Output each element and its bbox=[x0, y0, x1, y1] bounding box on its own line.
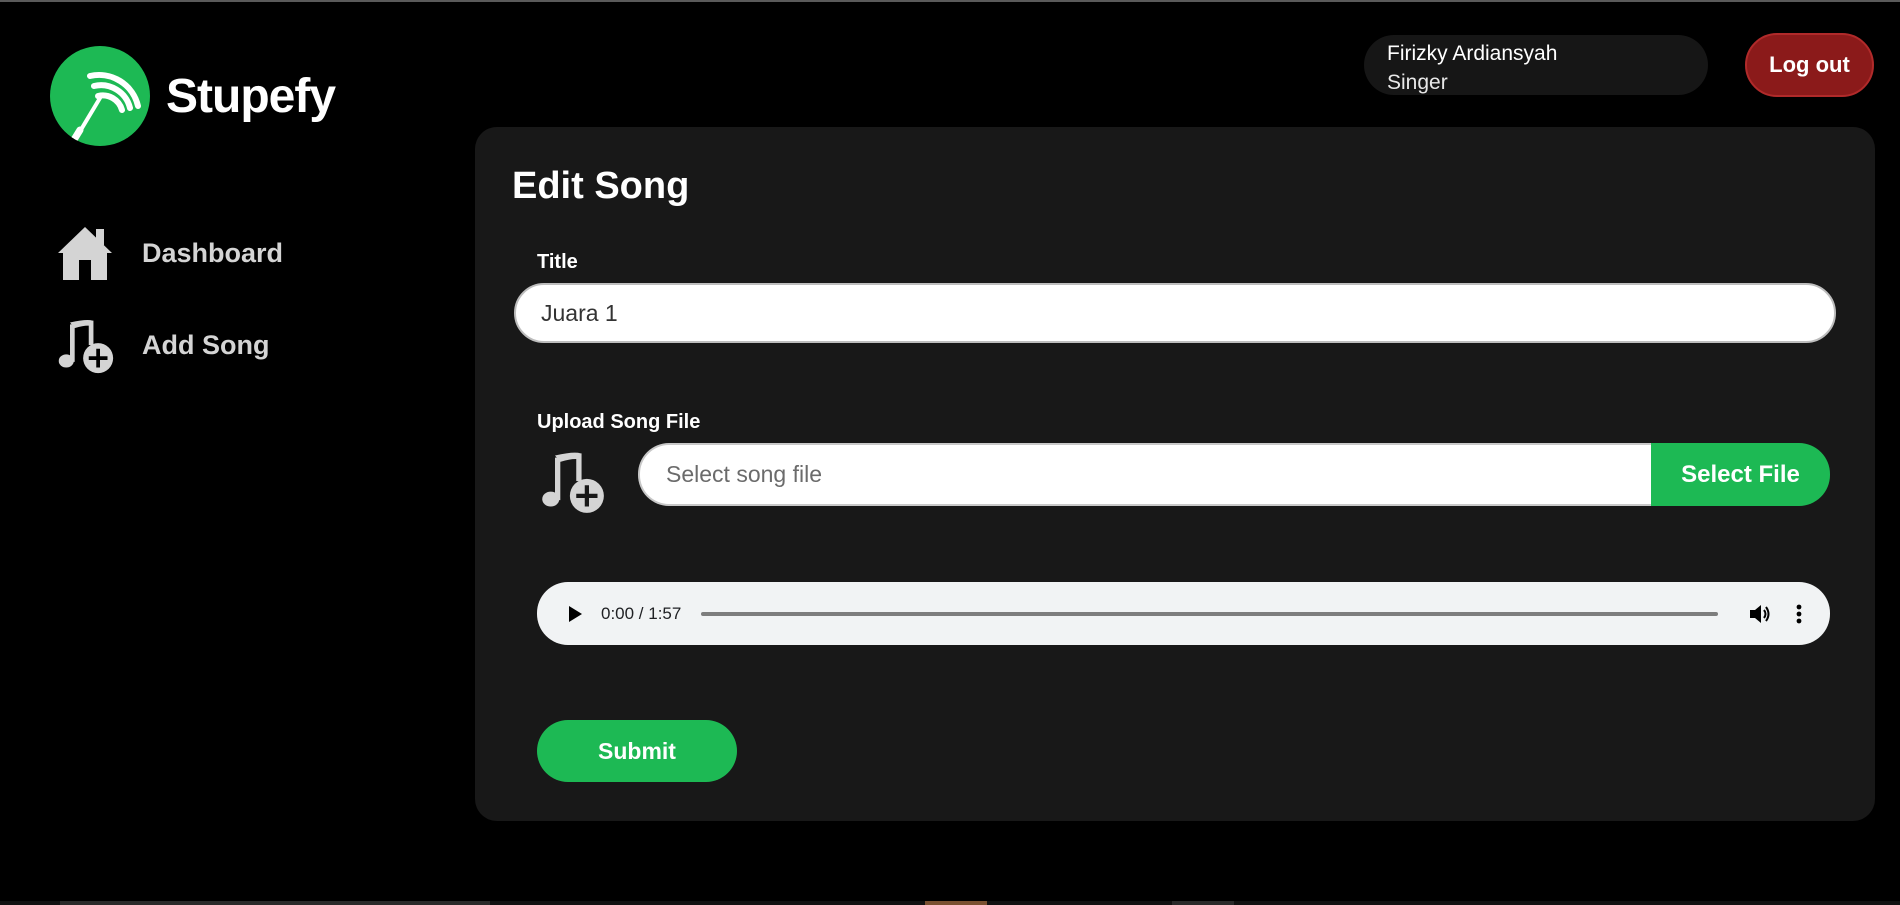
brand-name: Stupefy bbox=[166, 69, 336, 123]
sidebar-nav: Dashboard Add Song bbox=[55, 222, 415, 406]
music-add-icon bbox=[55, 315, 115, 375]
audio-time: 0:00 / 1:57 bbox=[601, 603, 682, 623]
edit-song-card: Edit Song Title Upload Song File Select … bbox=[475, 127, 1875, 821]
sidebar-item-add-song[interactable]: Add Song bbox=[55, 314, 415, 376]
conductor-baton-logo-icon bbox=[50, 46, 150, 146]
home-icon bbox=[55, 223, 115, 283]
sidebar-item-label: Dashboard bbox=[142, 237, 284, 268]
play-icon[interactable] bbox=[555, 594, 595, 634]
song-file-input[interactable] bbox=[638, 443, 1656, 506]
brand[interactable]: Stupefy bbox=[50, 46, 336, 146]
submit-button[interactable]: Submit bbox=[537, 720, 737, 782]
user-profile[interactable]: Firizky Ardiansyah Singer bbox=[1364, 35, 1708, 95]
page-title: Edit Song bbox=[512, 165, 690, 207]
user-role: Singer bbox=[1387, 71, 1448, 94]
taskbar-segment bbox=[1172, 901, 1234, 905]
select-file-button[interactable]: Select File bbox=[1651, 443, 1830, 506]
user-name: Firizky Ardiansyah bbox=[1387, 42, 1558, 65]
sidebar-item-label: Add Song bbox=[142, 329, 270, 360]
sidebar-item-dashboard[interactable]: Dashboard bbox=[55, 222, 415, 284]
title-input[interactable] bbox=[514, 283, 1836, 343]
taskbar-segment bbox=[925, 901, 987, 905]
music-add-icon bbox=[537, 447, 607, 515]
title-label: Title bbox=[537, 251, 578, 273]
volume-icon[interactable] bbox=[1742, 596, 1778, 632]
upload-label: Upload Song File bbox=[537, 411, 701, 433]
more-options-icon[interactable] bbox=[1784, 596, 1814, 632]
window-top-border bbox=[0, 0, 1900, 2]
audio-player: 0:00 / 1:57 bbox=[537, 582, 1830, 645]
audio-progress-bar[interactable] bbox=[701, 611, 1718, 616]
taskbar-segment bbox=[60, 901, 490, 905]
logout-button[interactable]: Log out bbox=[1745, 33, 1874, 97]
